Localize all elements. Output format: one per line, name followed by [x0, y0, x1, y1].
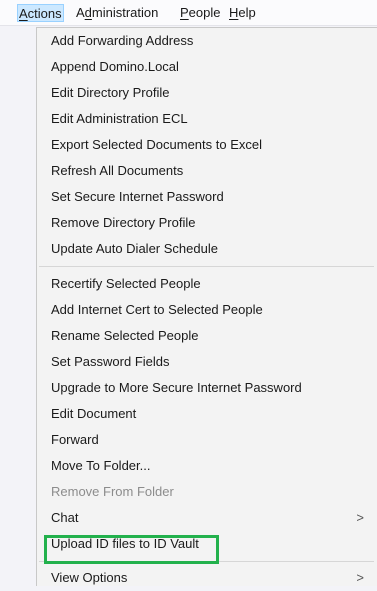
menu-administration[interactable]: Administration [74, 4, 160, 22]
menu-help[interactable]: Help [227, 4, 258, 22]
menu-separator [39, 561, 374, 562]
chevron-right-icon: > [356, 510, 364, 525]
menu-item-view-options-label: View Options [51, 570, 128, 585]
menu-item-upload-id-files-to-id-vault[interactable]: Upload ID files to ID Vault [37, 531, 376, 557]
menu-item-view-options[interactable]: View Options > [37, 565, 376, 591]
menu-item-edit-administration-ecl[interactable]: Edit Administration ECL [37, 106, 376, 132]
menu-item-upgrade-internet-password[interactable]: Upgrade to More Secure Internet Password [37, 375, 376, 401]
menu-item-add-internet-cert[interactable]: Add Internet Cert to Selected People [37, 297, 376, 323]
menu-item-recertify-selected-people[interactable]: Recertify Selected People [37, 271, 376, 297]
menu-actions[interactable]: Actions [17, 4, 64, 22]
menu-item-forward[interactable]: Forward [37, 427, 376, 453]
menu-item-export-to-excel[interactable]: Export Selected Documents to Excel [37, 132, 376, 158]
chevron-right-icon: > [356, 570, 364, 585]
menu-item-append-domino-local[interactable]: Append Domino.Local [37, 54, 376, 80]
menu-item-remove-directory-profile[interactable]: Remove Directory Profile [37, 210, 376, 236]
actions-dropdown-menu: Add Forwarding Address Append Domino.Loc… [36, 27, 377, 586]
menu-item-edit-document[interactable]: Edit Document [37, 401, 376, 427]
menu-bar: Actions Administration People Help [0, 0, 377, 26]
menu-item-chat-label: Chat [51, 510, 79, 525]
menu-separator [39, 266, 374, 267]
menu-item-move-to-folder[interactable]: Move To Folder... [37, 453, 376, 479]
menu-people[interactable]: People [178, 4, 222, 22]
menu-item-rename-selected-people[interactable]: Rename Selected People [37, 323, 376, 349]
menu-item-set-secure-internet-password[interactable]: Set Secure Internet Password [37, 184, 376, 210]
menu-item-set-password-fields[interactable]: Set Password Fields [37, 349, 376, 375]
menu-item-chat[interactable]: Chat > [37, 505, 376, 531]
menu-item-edit-directory-profile[interactable]: Edit Directory Profile [37, 80, 376, 106]
menu-item-update-auto-dialer-schedule[interactable]: Update Auto Dialer Schedule [37, 236, 376, 262]
menu-item-refresh-all-documents[interactable]: Refresh All Documents [37, 158, 376, 184]
menu-item-remove-from-folder: Remove From Folder [51, 484, 174, 499]
menu-item-add-forwarding-address[interactable]: Add Forwarding Address [37, 28, 376, 54]
